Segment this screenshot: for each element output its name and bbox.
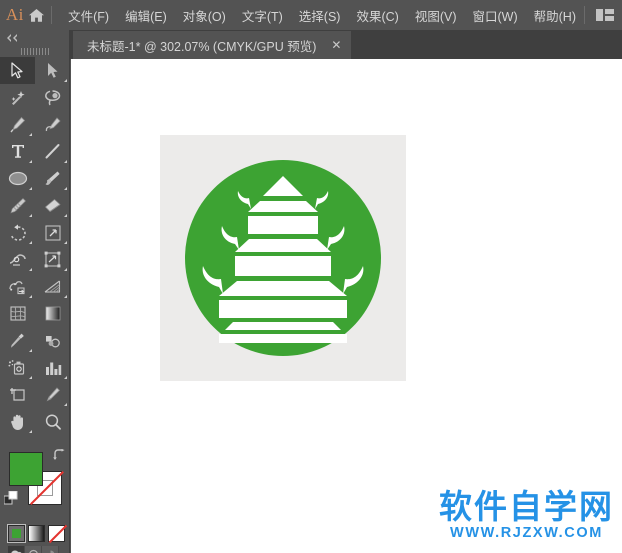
column-graph-tool[interactable] bbox=[35, 354, 70, 381]
slice-tool[interactable] bbox=[35, 381, 70, 408]
mesh-tool[interactable] bbox=[0, 300, 35, 327]
close-icon[interactable]: ✕ bbox=[330, 39, 342, 51]
tool-flyout-indicator bbox=[29, 133, 32, 136]
color-mode-button[interactable] bbox=[7, 524, 26, 543]
document-tab-bar: 未标题-1* @ 302.07% (CMYK/GPU 预览) ✕ bbox=[0, 30, 622, 59]
canvas-area[interactable] bbox=[71, 59, 622, 553]
menu-edit[interactable]: 编辑(E) bbox=[117, 0, 175, 30]
tool-flyout-indicator bbox=[64, 160, 67, 163]
menu-bar-right bbox=[584, 0, 622, 30]
tool-flyout-indicator bbox=[64, 241, 67, 244]
color-mode-swatch bbox=[12, 529, 21, 538]
tool-flyout-indicator bbox=[29, 268, 32, 271]
tool-flyout-indicator bbox=[64, 268, 67, 271]
scale-tool[interactable] bbox=[35, 219, 70, 246]
menu-select[interactable]: 选择(S) bbox=[291, 0, 349, 30]
paintbrush-tool[interactable] bbox=[35, 165, 70, 192]
home-icon[interactable] bbox=[26, 0, 48, 30]
lasso-tool[interactable] bbox=[35, 84, 70, 111]
swap-fill-stroke-icon[interactable] bbox=[52, 449, 66, 467]
draw-mode-row bbox=[0, 542, 69, 553]
type-tool[interactable] bbox=[0, 138, 35, 165]
magic-wand-tool[interactable] bbox=[0, 84, 35, 111]
tool-flyout-indicator bbox=[29, 376, 32, 379]
color-mode-row bbox=[0, 519, 69, 544]
menu-help[interactable]: 帮助(H) bbox=[526, 0, 584, 30]
tool-flyout-indicator bbox=[64, 376, 67, 379]
hand-tool[interactable] bbox=[0, 408, 35, 435]
tool-flyout-indicator bbox=[64, 295, 67, 298]
tool-flyout-indicator bbox=[64, 187, 67, 190]
menu-file[interactable]: 文件(F) bbox=[60, 0, 117, 30]
none-slash-icon bbox=[48, 524, 68, 544]
menu-view[interactable]: 视图(V) bbox=[407, 0, 465, 30]
zoom-tool[interactable] bbox=[35, 408, 70, 435]
draw-normal-button[interactable] bbox=[8, 546, 25, 553]
pen-tool[interactable] bbox=[0, 111, 35, 138]
tool-flyout-indicator bbox=[64, 403, 67, 406]
eraser-tool[interactable] bbox=[35, 192, 70, 219]
menu-object[interactable]: 对象(O) bbox=[175, 0, 234, 30]
selection-tool[interactable] bbox=[0, 57, 35, 84]
draw-behind-button[interactable] bbox=[25, 546, 42, 553]
shaper-tool[interactable] bbox=[0, 192, 35, 219]
symbol-sprayer-tool[interactable] bbox=[0, 354, 35, 381]
tool-flyout-indicator bbox=[29, 241, 32, 244]
rotate-tool[interactable] bbox=[0, 219, 35, 246]
menu-window[interactable]: 窗口(W) bbox=[465, 0, 526, 30]
eyedropper-tool[interactable] bbox=[0, 327, 35, 354]
fill-swatch[interactable] bbox=[9, 452, 43, 486]
document-tab-label: 未标题-1* @ 302.07% (CMYK/GPU 预览) bbox=[87, 39, 317, 54]
menu-effect[interactable]: 效果(C) bbox=[348, 0, 406, 30]
ellipse-tool[interactable] bbox=[0, 165, 35, 192]
tools-panel bbox=[0, 30, 70, 553]
pagoda-shape bbox=[202, 176, 364, 343]
pagoda-logo-artwork[interactable] bbox=[160, 135, 406, 381]
tool-flyout-indicator bbox=[29, 160, 32, 163]
illustrator-window: Ai 文件(F) 编辑(E) 对象(O) 文字(T) 选择(S) 效果(C) 视… bbox=[0, 0, 622, 553]
gradient-mode-button[interactable] bbox=[28, 525, 45, 542]
perspective-grid-tool[interactable] bbox=[35, 273, 70, 300]
tool-flyout-indicator bbox=[29, 295, 32, 298]
default-fill-stroke-icon[interactable] bbox=[3, 490, 19, 511]
artboard-tool[interactable] bbox=[0, 381, 35, 408]
line-segment-tool[interactable] bbox=[35, 138, 70, 165]
toolbar-divider bbox=[0, 435, 69, 443]
shape-builder-tool[interactable] bbox=[0, 273, 35, 300]
double-chevron-left-icon[interactable] bbox=[0, 30, 69, 45]
menu-bar: Ai 文件(F) 编辑(E) 对象(O) 文字(T) 选择(S) 效果(C) 视… bbox=[0, 0, 622, 30]
direct-selection-tool[interactable] bbox=[35, 57, 70, 84]
tool-flyout-indicator bbox=[29, 430, 32, 433]
menu-divider-right bbox=[584, 6, 585, 24]
tool-grid bbox=[0, 57, 69, 435]
tool-flyout-indicator bbox=[64, 79, 67, 82]
gradient-tool[interactable] bbox=[35, 300, 70, 327]
width-tool[interactable] bbox=[0, 246, 35, 273]
fill-stroke-control bbox=[0, 447, 70, 519]
tool-flyout-indicator bbox=[29, 349, 32, 352]
tool-flyout-indicator bbox=[64, 214, 67, 217]
draw-inside-button[interactable] bbox=[42, 546, 59, 553]
panel-grip-icon[interactable] bbox=[0, 45, 69, 57]
tool-flyout-indicator bbox=[29, 187, 32, 190]
menu-items: 文件(F) 编辑(E) 对象(O) 文字(T) 选择(S) 效果(C) 视图(V… bbox=[60, 0, 584, 30]
free-transform-tool[interactable] bbox=[35, 246, 70, 273]
workspace-switcher-icon[interactable] bbox=[594, 0, 616, 30]
app-logo: Ai bbox=[5, 5, 24, 24]
none-mode-button[interactable] bbox=[48, 524, 68, 544]
curvature-tool[interactable] bbox=[35, 111, 70, 138]
menu-type[interactable]: 文字(T) bbox=[234, 0, 291, 30]
document-tab[interactable]: 未标题-1* @ 302.07% (CMYK/GPU 预览) ✕ bbox=[73, 31, 352, 59]
menu-divider bbox=[51, 6, 53, 24]
blend-tool[interactable] bbox=[35, 327, 70, 354]
tool-flyout-indicator bbox=[29, 214, 32, 217]
